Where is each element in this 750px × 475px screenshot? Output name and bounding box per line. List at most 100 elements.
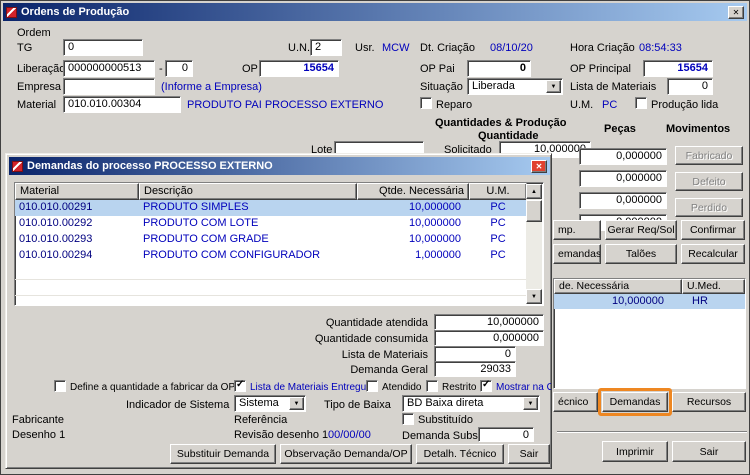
col-um[interactable]: U.M. xyxy=(469,183,527,200)
cell-qtde: 1,000000 xyxy=(357,248,469,264)
table-row[interactable]: 010.010.00292 PRODUTO COM LOTE 10,000000… xyxy=(15,216,527,232)
cell-qtde: 10,000000 xyxy=(357,200,469,216)
empresa-hint[interactable]: (Informe a Empresa) xyxy=(161,81,262,94)
qtd-atendida-label: Quantidade atendida xyxy=(256,317,428,330)
table-row[interactable]: 010.010.00291 PRODUTO SIMPLES 10,000000 … xyxy=(15,200,527,216)
fabricado-button[interactable]: Fabricado xyxy=(675,146,743,165)
cell-descricao: PRODUTO SIMPLES xyxy=(139,200,357,216)
chevron-down-icon[interactable]: ▼ xyxy=(289,397,304,410)
indicador-sistema-select[interactable]: Sistema ▼ xyxy=(234,395,306,412)
demandas-dialog: Demandas do processo PROCESSO EXTERNO ✕ … xyxy=(5,153,552,469)
lista-materiais-dialog-field[interactable]: 0 xyxy=(434,346,516,362)
demandas-button-fragment[interactable]: emandas xyxy=(553,244,601,264)
detalh-tecnico-tab-fragment[interactable]: écnico xyxy=(553,392,598,412)
recursos-grid: de. Necessária U.Med. 10,000000 HR xyxy=(553,278,746,389)
restrito-label: Restrito xyxy=(442,381,476,394)
substituido-checkbox[interactable] xyxy=(402,413,414,425)
um-label: U.M. xyxy=(570,99,593,112)
mostrar-op-checkbox[interactable] xyxy=(480,380,492,392)
main-window: Ordens de Produção ✕ Ordem TG 0 U.N. 2 U… xyxy=(0,0,750,475)
observacao-demanda-button[interactable]: Observação Demanda/OP xyxy=(280,444,412,464)
op-principal-field[interactable]: 15654 xyxy=(643,60,713,77)
atendido-label: Atendido xyxy=(382,381,421,394)
un-field[interactable]: 2 xyxy=(310,39,342,56)
qtd-consumida-field[interactable]: 0,000000 xyxy=(434,330,544,346)
pecas-field-2[interactable]: 0,000000 xyxy=(579,170,667,187)
grid-row[interactable]: 10,000000 HR xyxy=(554,294,745,309)
empresa-field[interactable] xyxy=(63,78,155,95)
confirmar-button[interactable]: Confirmar xyxy=(681,220,745,240)
col-material[interactable]: Material xyxy=(15,183,139,200)
detalh-tecnico-button[interactable]: Detalh. Técnico xyxy=(416,444,504,464)
cell-descricao: PRODUTO COM LOTE xyxy=(139,216,357,232)
liberacao-field[interactable]: 000000000513 xyxy=(63,60,155,77)
lista-entregue-checkbox[interactable] xyxy=(234,380,246,392)
table-scrollbar[interactable]: ▲ ▼ xyxy=(526,184,542,304)
material-field[interactable]: 010.010.00304 xyxy=(63,96,181,113)
perdido-button[interactable]: Perdido xyxy=(675,198,743,217)
producao-lida-checkbox[interactable] xyxy=(635,97,647,109)
scroll-up-icon[interactable]: ▲ xyxy=(526,184,542,199)
comp-button-fragment[interactable]: mp. xyxy=(553,220,601,240)
material-description: PRODUTO PAI PROCESSO EXTERNO xyxy=(187,99,383,112)
chevron-down-icon[interactable]: ▼ xyxy=(523,397,538,410)
tipo-baixa-select[interactable]: BD Baixa direta ▼ xyxy=(402,395,540,412)
pecas-field-3[interactable]: 0,000000 xyxy=(579,192,667,209)
tg-field[interactable]: 0 xyxy=(63,39,143,56)
cell-descricao: PRODUTO COM CONFIGURADOR xyxy=(139,248,357,264)
lista-materiais-dialog-label: Lista de Materiais xyxy=(256,349,428,362)
pecas-header: Peças xyxy=(604,123,636,136)
liberacao-seq-field[interactable]: 0 xyxy=(165,60,193,77)
dialog-title: Demandas do processo PROCESSO EXTERNO xyxy=(27,160,527,172)
demanda-subst-field[interactable]: 0 xyxy=(478,427,534,442)
lista-entregue-label: Lista de Materiais Entregue xyxy=(250,381,372,394)
table-row-empty[interactable] xyxy=(15,264,527,280)
qtd-consumida-label: Quantidade consumida xyxy=(256,333,428,346)
sair-button[interactable]: Sair xyxy=(672,441,746,462)
defeito-button[interactable]: Defeito xyxy=(675,172,743,191)
demanda-geral-field[interactable]: 29033 xyxy=(434,361,516,377)
scroll-down-icon[interactable]: ▼ xyxy=(526,289,542,304)
dialog-close-icon[interactable]: ✕ xyxy=(531,160,547,173)
situacao-select[interactable]: Liberada ▼ xyxy=(467,78,563,95)
demandas-table: Material Descrição Qtde. Necessária U.M.… xyxy=(14,182,544,306)
scrollbar-thumb[interactable] xyxy=(526,200,542,222)
dt-criacao-label: Dt. Criação xyxy=(420,42,475,55)
cell-um: PC xyxy=(469,248,527,264)
recalcular-button[interactable]: Recalcular xyxy=(681,244,745,264)
gerar-req-sol-button[interactable]: Gerar Req/Sol xyxy=(605,220,677,240)
substituir-demanda-button[interactable]: Substituir Demanda xyxy=(170,444,276,464)
close-icon[interactable]: ✕ xyxy=(728,6,744,19)
op-pai-field[interactable]: 0 xyxy=(467,60,531,77)
ordem-group-label: Ordem xyxy=(17,27,51,40)
grid-qtde-header[interactable]: de. Necessária xyxy=(554,279,682,294)
demandas-tab[interactable]: Demandas xyxy=(602,392,668,412)
chevron-down-icon[interactable]: ▼ xyxy=(546,80,561,93)
cell-um: PC xyxy=(469,216,527,232)
cell-qtde: 10,000000 xyxy=(357,232,469,248)
op-field[interactable]: 15654 xyxy=(259,60,339,77)
table-header-row: Material Descrição Qtde. Necessária U.M. xyxy=(15,183,543,200)
atendido-checkbox[interactable] xyxy=(366,380,378,392)
reparo-checkbox[interactable] xyxy=(420,97,432,109)
col-descricao[interactable]: Descrição xyxy=(139,183,357,200)
table-row[interactable]: 010.010.00293 PRODUTO COM GRADE 10,00000… xyxy=(15,232,527,248)
define-qtd-checkbox[interactable] xyxy=(54,380,66,392)
cell-material: 010.010.00291 xyxy=(15,200,139,216)
table-row-empty[interactable] xyxy=(15,280,527,296)
dialog-sair-button[interactable]: Sair xyxy=(508,444,550,464)
pecas-field-1[interactable]: 0,000000 xyxy=(579,148,667,165)
recursos-tab[interactable]: Recursos xyxy=(672,392,746,412)
hora-criacao-value: 08:54:33 xyxy=(639,42,682,55)
grid-um-header[interactable]: U.Med. xyxy=(682,279,745,294)
qtd-atendida-field[interactable]: 10,000000 xyxy=(434,314,544,330)
producao-lida-label: Produção lida xyxy=(651,99,718,112)
table-row[interactable]: 010.010.00294 PRODUTO COM CONFIGURADOR 1… xyxy=(15,248,527,264)
indicador-sistema-label: Indicador de Sistema xyxy=(126,399,229,412)
lista-materiais-label: Lista de Materiais xyxy=(570,81,656,94)
col-qtde[interactable]: Qtde. Necessária xyxy=(357,183,469,200)
taloes-button[interactable]: Talões xyxy=(605,244,677,264)
restrito-checkbox[interactable] xyxy=(426,380,438,392)
imprimir-button[interactable]: Imprimir xyxy=(602,441,668,462)
lista-materiais-field[interactable]: 0 xyxy=(667,78,713,95)
